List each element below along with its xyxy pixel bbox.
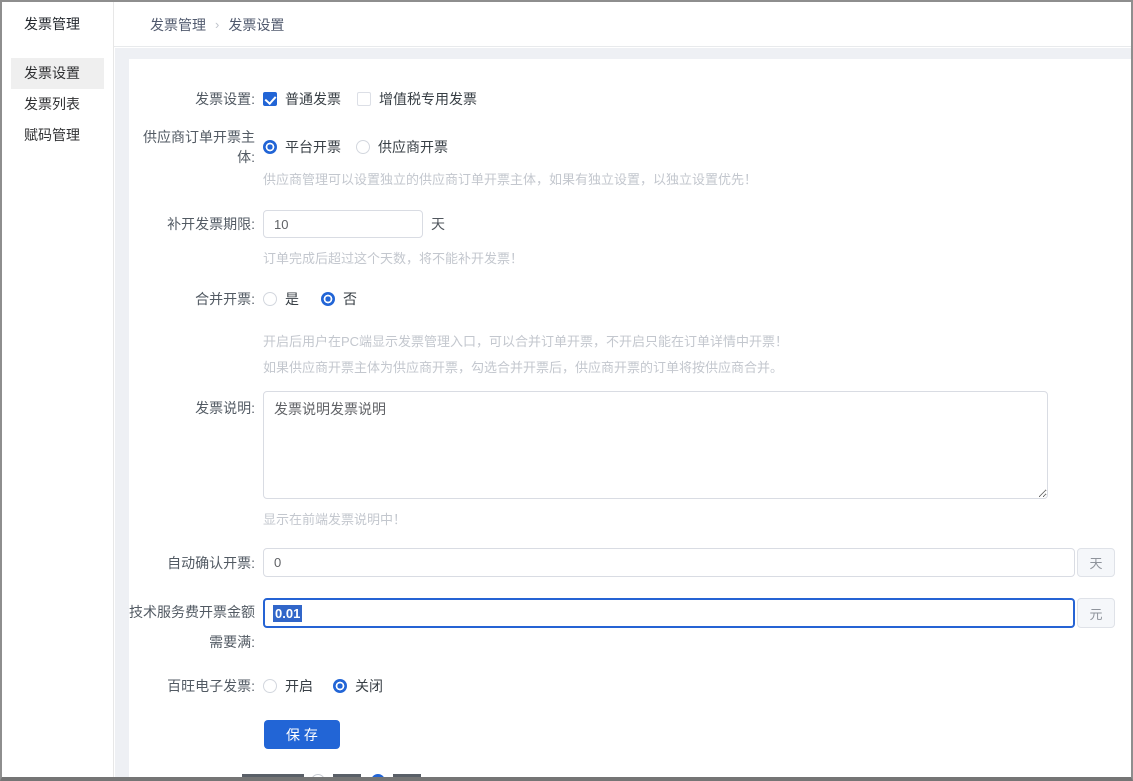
chevron-right-icon: › bbox=[215, 17, 219, 32]
clipped-radio-icon bbox=[311, 774, 325, 777]
reissue-period-label: 补开发票期限: bbox=[129, 214, 255, 234]
main-area: 发票设置: 普通发票 增值税专用发票 供应商订单开票主体: 平台开票 bbox=[115, 48, 1131, 777]
merge-invoice-help-2: 如果供应商开票主体为供应商开票，勾选合并开票后，供应商开票的订单将按供应商合并。 bbox=[263, 357, 783, 376]
tech-fee-label-line1: 技术服务费开票金额 bbox=[129, 602, 255, 622]
baiwang-off-label[interactable]: 关闭 bbox=[355, 676, 383, 696]
clipped-text-fragment bbox=[393, 774, 421, 777]
auto-confirm-input[interactable] bbox=[263, 548, 1075, 577]
reissue-period-help: 订单完成后超过这个天数，将不能补开发票！ bbox=[263, 248, 523, 267]
clipped-text-fragment bbox=[333, 774, 361, 777]
tech-fee-input[interactable]: 0.01 bbox=[263, 598, 1075, 628]
tech-fee-selected-value: 0.01 bbox=[273, 605, 302, 622]
platform-invoicing-radio[interactable] bbox=[263, 140, 277, 154]
sidebar-item-invoice-list[interactable]: 发票列表 bbox=[11, 89, 104, 120]
supplier-invoicing-radio[interactable] bbox=[356, 140, 370, 154]
baiwang-row: 百旺电子发票: 开启 关闭 bbox=[129, 676, 1131, 696]
ordinary-invoice-checkbox[interactable] bbox=[263, 92, 277, 106]
reissue-period-unit: 天 bbox=[431, 214, 445, 234]
auto-confirm-label: 自动确认开票: bbox=[129, 553, 255, 573]
merge-no-label[interactable]: 否 bbox=[343, 289, 357, 309]
clipped-text-fragment bbox=[242, 774, 304, 777]
reissue-period-input[interactable] bbox=[263, 210, 423, 238]
auto-confirm-row: 自动确认开票: 天 bbox=[129, 548, 1131, 577]
sidebar-title: 发票管理 bbox=[2, 2, 113, 47]
merge-invoice-help-1: 开启后用户在PC端显示发票管理入口，可以合并订单开票，不开启只能在订单详情中开票… bbox=[263, 331, 788, 350]
sidebar-menu: 发票设置 发票列表 赋码管理 bbox=[2, 47, 113, 151]
auto-confirm-unit-addon: 天 bbox=[1077, 548, 1115, 577]
invoice-note-label: 发票说明: bbox=[129, 391, 255, 418]
breadcrumb-item-invoice-settings: 发票设置 bbox=[228, 15, 284, 35]
reissue-period-row: 补开发票期限: 天 bbox=[129, 210, 1131, 238]
supplier-invoicing-label[interactable]: 供应商开票 bbox=[378, 137, 448, 157]
baiwang-label: 百旺电子发票: bbox=[129, 676, 255, 696]
baiwang-on-radio[interactable] bbox=[263, 679, 277, 693]
merge-invoice-row: 合并开票: 是 否 bbox=[129, 289, 1131, 309]
merge-invoice-label: 合并开票: bbox=[129, 289, 255, 309]
tech-fee-label-line2: 需要满: bbox=[129, 632, 255, 652]
baiwang-on-label[interactable]: 开启 bbox=[285, 676, 313, 696]
sidebar-item-invoice-settings[interactable]: 发票设置 bbox=[11, 58, 104, 89]
supplier-subject-row: 供应商订单开票主体: 平台开票 供应商开票 bbox=[129, 137, 1131, 157]
breadcrumb-item-invoice-management[interactable]: 发票管理 bbox=[150, 15, 206, 35]
vat-special-invoice-checkbox[interactable] bbox=[357, 92, 371, 106]
vat-special-invoice-label[interactable]: 增值税专用发票 bbox=[379, 89, 477, 109]
invoice-note-help: 显示在前端发票说明中！ bbox=[263, 509, 406, 528]
app-window: 发票管理 › 发票设置 发票管理 发票设置 发票列表 赋码管理 发票设置: bbox=[0, 0, 1133, 781]
supplier-subject-label: 供应商订单开票主体: bbox=[129, 127, 255, 167]
baiwang-off-radio[interactable] bbox=[333, 679, 347, 693]
settings-card: 发票设置: 普通发票 增值税专用发票 供应商订单开票主体: 平台开票 bbox=[129, 59, 1131, 777]
tech-fee-unit-addon: 元 bbox=[1077, 598, 1115, 628]
merge-yes-label[interactable]: 是 bbox=[285, 289, 299, 309]
invoice-type-row: 发票设置: 普通发票 增值税专用发票 bbox=[129, 89, 1131, 109]
breadcrumb: 发票管理 › 发票设置 bbox=[150, 2, 284, 47]
sidebar: 发票管理 发票设置 发票列表 赋码管理 bbox=[2, 2, 114, 777]
ordinary-invoice-label[interactable]: 普通发票 bbox=[285, 89, 341, 109]
merge-yes-radio[interactable] bbox=[263, 292, 277, 306]
invoice-note-textarea[interactable]: 发票说明发票说明 bbox=[263, 391, 1048, 499]
invoice-type-label: 发票设置: bbox=[129, 89, 255, 109]
tech-fee-row: 0.01 元 bbox=[263, 598, 1131, 628]
merge-no-radio[interactable] bbox=[321, 292, 335, 306]
sidebar-item-code-management[interactable]: 赋码管理 bbox=[11, 120, 104, 151]
supplier-subject-help: 供应商管理可以设置独立的供应商订单开票主体，如果有独立设置，以独立设置优先！ bbox=[263, 169, 757, 188]
platform-invoicing-label[interactable]: 平台开票 bbox=[285, 137, 341, 157]
clipped-radio-icon bbox=[371, 774, 385, 777]
top-header-bar: 发票管理 › 发票设置 bbox=[2, 2, 1131, 47]
save-button[interactable]: 保 存 bbox=[264, 720, 340, 749]
invoice-note-row: 发票说明: 发票说明发票说明 bbox=[129, 391, 1131, 499]
